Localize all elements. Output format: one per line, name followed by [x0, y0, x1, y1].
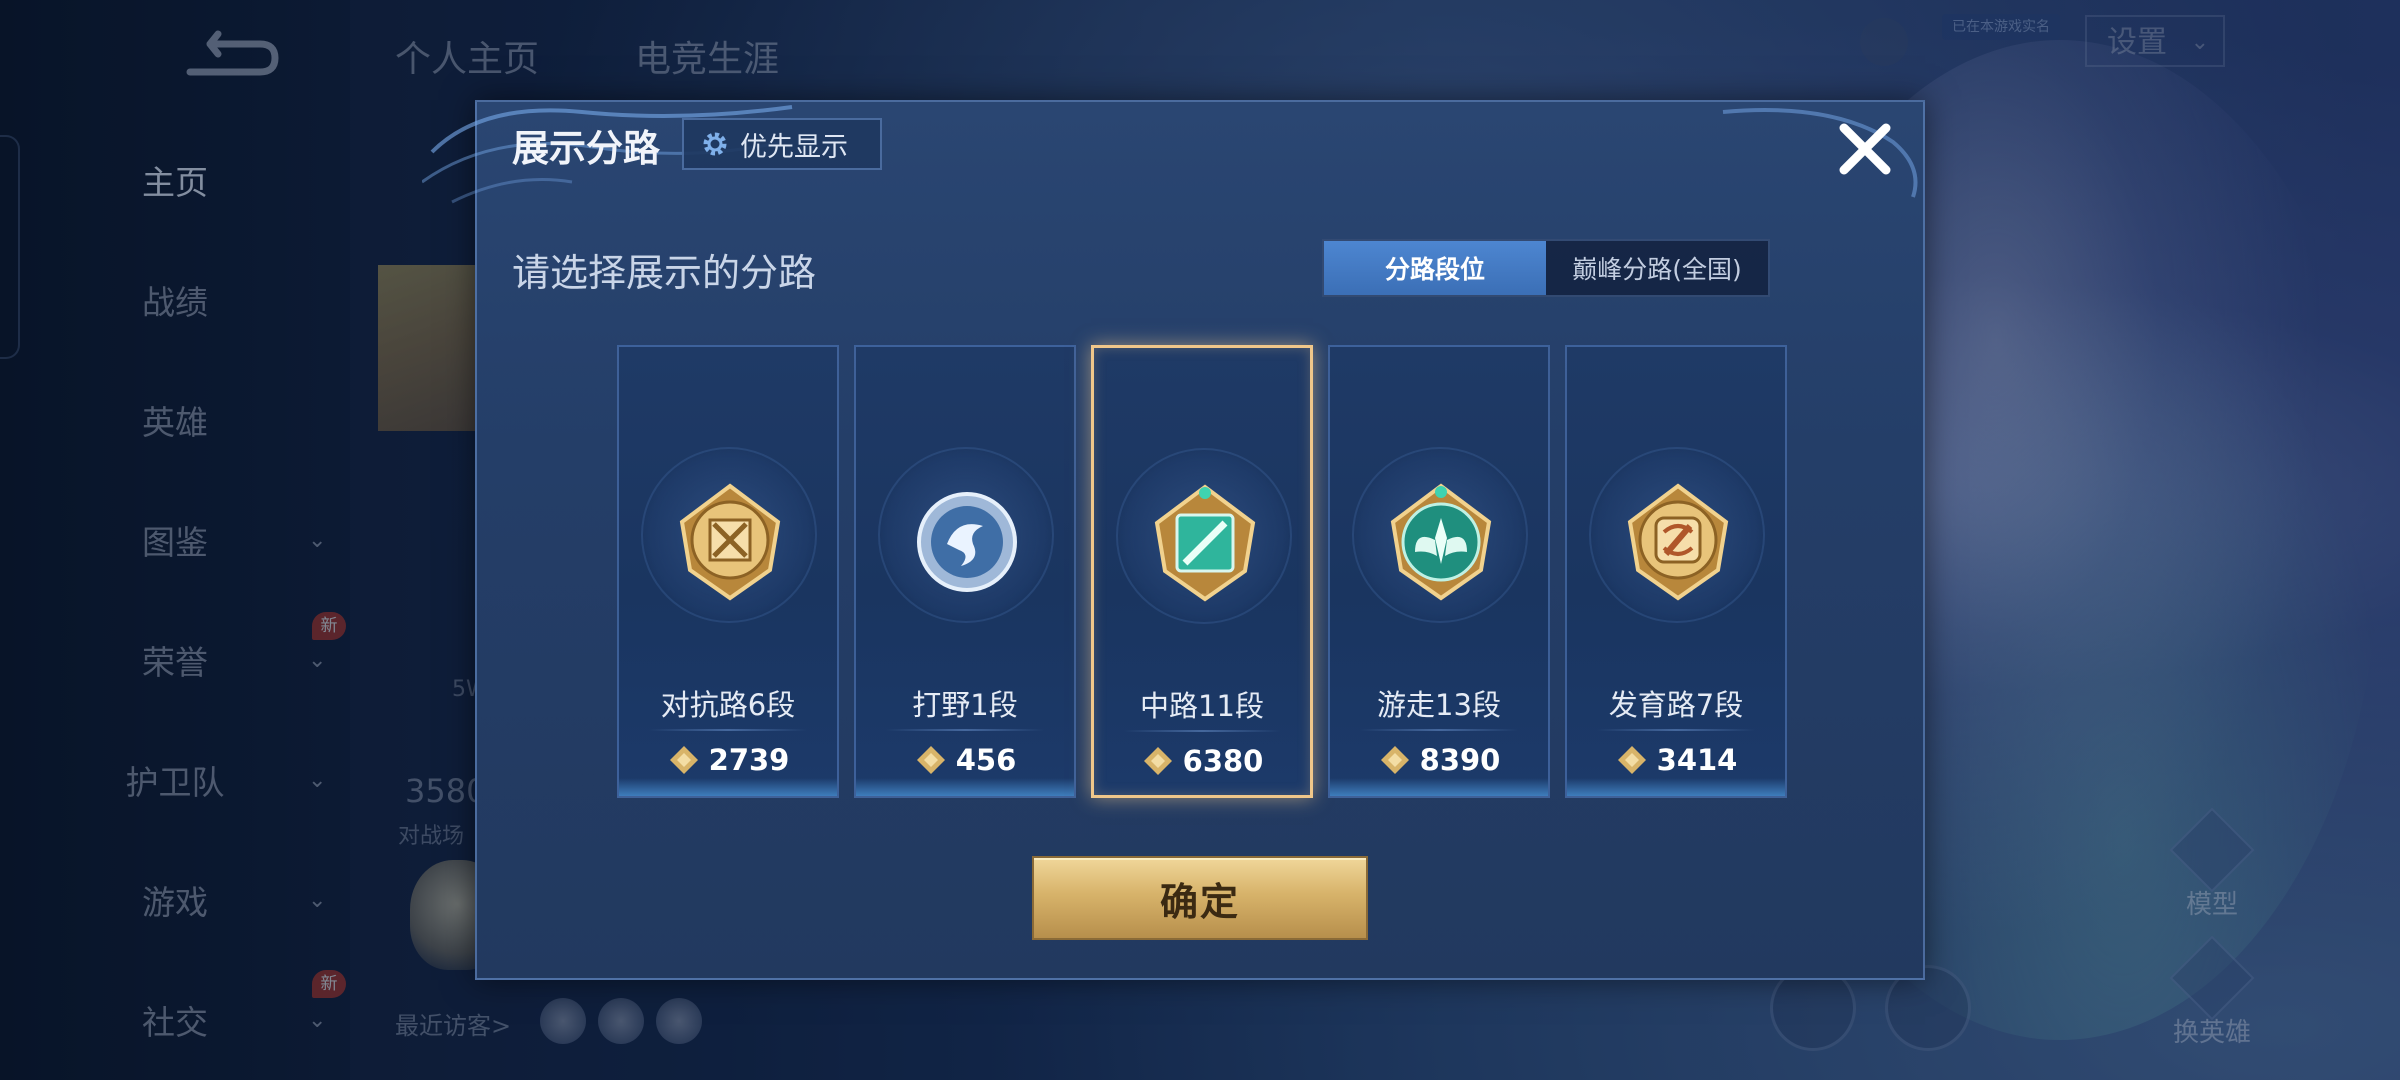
lane-label: 游走13段	[1377, 688, 1501, 722]
toggle-peak-lane[interactable]: 巅峰分路(全国)	[1546, 241, 1768, 295]
lane-label: 发育路7段	[1608, 688, 1744, 722]
lane-score: 8390	[1330, 743, 1548, 777]
lane-score: 2739	[619, 743, 837, 777]
score-icon	[1617, 746, 1646, 774]
lane-score: 456	[856, 743, 1074, 777]
divider	[1124, 730, 1280, 732]
lane-label: 打野1段	[912, 688, 1018, 722]
divider	[886, 729, 1044, 731]
game-screen: 个人主页 电竞生涯 已在本游戏实名 设置 ⌄ 5W 3580 对战场 最近访客>…	[0, 0, 2400, 1080]
lane-score-value: 3414	[1656, 743, 1738, 777]
lane-card-mid[interactable]: 中路11段 6380	[1091, 345, 1313, 798]
dialog-subtitle: 请选择展示的分路	[512, 251, 817, 295]
clash-lane-badge-icon	[679, 483, 781, 601]
lane-score-value: 6380	[1182, 744, 1264, 778]
lane-card-clash[interactable]: 对抗路6段 2739	[617, 345, 839, 798]
score-icon	[1380, 746, 1409, 774]
rank-type-toggle: 分路段位 巅峰分路(全国)	[1322, 239, 1770, 297]
card-glow	[619, 778, 837, 796]
mid-lane-badge-icon	[1154, 484, 1256, 602]
card-glow	[1567, 778, 1785, 796]
lane-score-value: 2739	[708, 743, 790, 777]
lane-card-roam[interactable]: 游走13段 8390	[1328, 345, 1550, 798]
lane-label: 中路11段	[1140, 689, 1264, 723]
farm-lane-badge-icon	[1627, 483, 1729, 601]
toggle-lane-rank[interactable]: 分路段位	[1324, 241, 1546, 295]
divider	[649, 729, 807, 731]
score-icon	[669, 746, 698, 774]
roam-badge-icon	[1390, 483, 1492, 601]
lane-score-value: 8390	[1419, 743, 1501, 777]
divider	[1597, 729, 1755, 731]
score-icon	[1143, 747, 1172, 775]
confirm-button[interactable]: 确定	[1032, 856, 1368, 940]
lane-display-dialog: 展示分路 优先显示 请选择展示的分路 分路段位 巅峰分路(全国) 对抗路6段 2…	[422, 100, 1925, 980]
score-icon	[916, 746, 945, 774]
lane-score: 3414	[1567, 743, 1785, 777]
divider	[1360, 729, 1518, 731]
card-glow	[856, 778, 1074, 796]
lane-cards: 对抗路6段 2739 打野1段 456 中路11段 6380 游走13段 839…	[617, 345, 1797, 800]
card-glow	[1330, 778, 1548, 796]
lane-card-jungle[interactable]: 打野1段 456	[854, 345, 1076, 798]
lane-score-value: 456	[955, 743, 1017, 777]
lane-score: 6380	[1094, 744, 1310, 778]
gear-icon	[703, 132, 727, 156]
priority-display-label: 优先显示	[740, 131, 848, 163]
priority-display-button[interactable]: 优先显示	[682, 118, 882, 170]
dialog-title: 展示分路	[512, 127, 660, 170]
lane-card-farm[interactable]: 发育路7段 3414	[1565, 345, 1787, 798]
lane-label: 对抗路6段	[660, 688, 796, 722]
jungle-badge-icon	[917, 492, 1017, 592]
decorative-swirl-icon	[1722, 108, 1918, 198]
close-icon[interactable]	[1830, 114, 1900, 184]
